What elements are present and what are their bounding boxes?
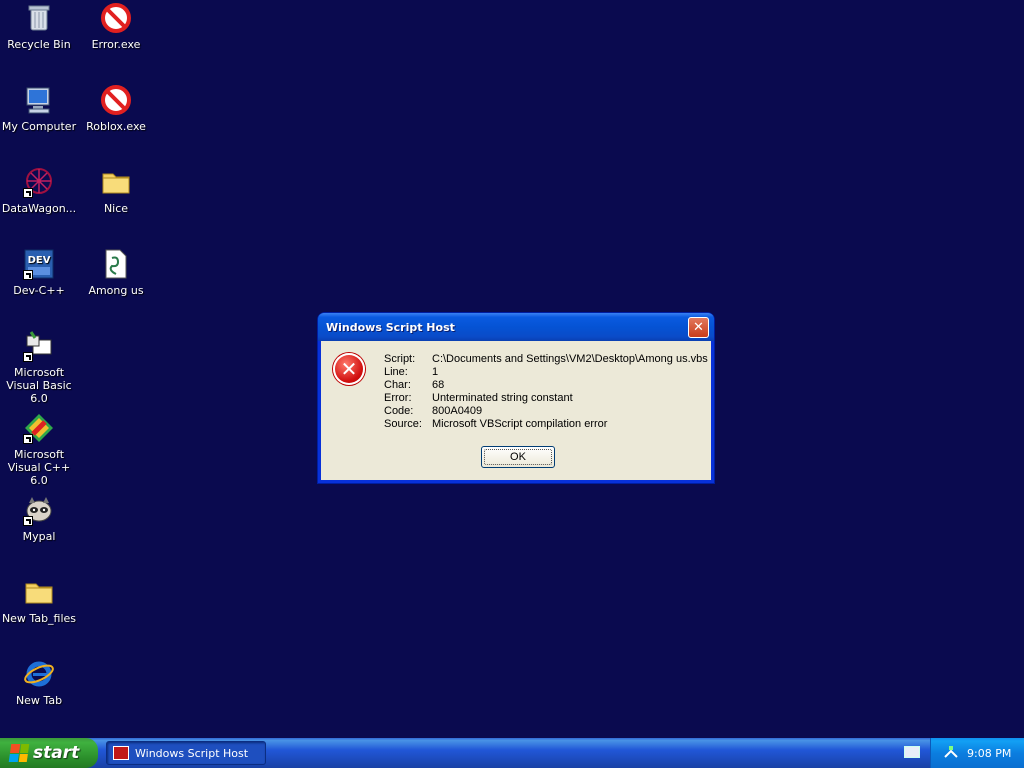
detail-key: Error: xyxy=(384,392,412,404)
desktop-icon-nice-folder[interactable]: Nice xyxy=(77,166,155,215)
desktop-icon-vc6[interactable]: Microsoft Visual C++ 6.0 xyxy=(0,412,78,487)
desktop-icon-new-tab[interactable]: New Tab xyxy=(0,658,78,707)
shortcut-arrow-icon xyxy=(23,516,33,526)
detail-value: 68 xyxy=(432,379,445,391)
shortcut-arrow-icon xyxy=(23,270,33,280)
no-entry-icon xyxy=(100,84,132,116)
desktop-icon-recycle-bin[interactable]: Recycle Bin xyxy=(0,2,78,51)
desktop-icon-my-computer[interactable]: My Computer xyxy=(0,84,78,133)
detail-key: Script: xyxy=(384,353,416,365)
script-file-icon xyxy=(100,248,132,280)
vb6-icon xyxy=(23,330,55,362)
desktop-icon-datawagon[interactable]: DataWagon... xyxy=(0,166,78,215)
taskbar: start Windows Script Host 9:08 PM xyxy=(0,738,1024,768)
folder-icon xyxy=(100,166,132,198)
shortcut-arrow-icon xyxy=(23,188,33,198)
web-icon xyxy=(23,166,55,198)
folder-icon xyxy=(23,576,55,608)
script-host-icon xyxy=(113,746,129,760)
desktop-icon-among-us-script[interactable]: Among us xyxy=(77,248,155,297)
desktop-icon-roblox-exe[interactable]: Roblox.exe xyxy=(77,84,155,133)
wsh-error-dialog: Windows Script Host ✕ ✕ Script: C:\Docum… xyxy=(318,313,714,483)
detail-value: Unterminated string constant xyxy=(432,392,573,404)
detail-value: 1 xyxy=(432,366,439,378)
desktop-icon-error-exe[interactable]: Error.exe xyxy=(77,2,155,51)
computer-icon xyxy=(23,84,55,116)
detail-key: Line: xyxy=(384,366,408,378)
start-label: start xyxy=(33,743,80,763)
detail-value: C:\Documents and Settings\VM2\Desktop\Am… xyxy=(432,353,708,365)
close-icon: ✕ xyxy=(693,319,704,335)
close-button[interactable]: ✕ xyxy=(688,316,709,338)
detail-row-code: Code: 800A0409 xyxy=(384,405,708,418)
desktop-icon-new-tab-files[interactable]: New Tab_files xyxy=(0,576,78,625)
detail-key: Code: xyxy=(384,405,414,417)
desktop-icon-mypal[interactable]: Mypal xyxy=(0,494,78,543)
recycle-bin-icon xyxy=(23,2,55,34)
windows-logo-icon xyxy=(8,744,30,762)
desktop-icon-dev-cpp[interactable]: DEV Dev-C++ xyxy=(0,248,78,297)
shortcut-arrow-icon xyxy=(23,352,33,362)
detail-row-source: Source: Microsoft VBScript compilation e… xyxy=(384,418,708,431)
detail-key: Source: xyxy=(384,418,422,430)
detail-row-char: Char: 68 xyxy=(384,379,708,392)
detail-value: 800A0409 xyxy=(432,405,483,417)
detail-row-error: Error: Unterminated string constant xyxy=(384,392,708,405)
error-icon: ✕ xyxy=(333,353,365,385)
network-icon[interactable] xyxy=(943,745,959,761)
shortcut-arrow-icon xyxy=(23,434,33,444)
start-button[interactable]: start xyxy=(0,738,98,768)
taskbar-button-label: Windows Script Host xyxy=(135,746,249,760)
dev-cpp-icon: DEV xyxy=(23,248,55,280)
desktop-icon-vb6[interactable]: Microsoft Visual Basic 6.0 xyxy=(0,330,78,405)
detail-key: Char: xyxy=(384,379,411,391)
system-tray: 9:08 PM xyxy=(930,738,1024,768)
internet-explorer-icon xyxy=(23,658,55,690)
vc6-icon xyxy=(23,412,55,444)
raccoon-icon xyxy=(23,494,55,526)
no-entry-icon xyxy=(100,2,132,34)
clock[interactable]: 9:08 PM xyxy=(967,747,1011,760)
detail-row-line: Line: 1 xyxy=(384,366,708,379)
detail-value: Microsoft VBScript compilation error xyxy=(432,418,608,430)
ok-button[interactable]: OK xyxy=(481,446,555,468)
dialog-titlebar[interactable]: Windows Script Host ✕ xyxy=(318,313,714,341)
svg-text:DEV: DEV xyxy=(28,255,51,266)
dialog-body: ✕ Script: C:\Documents and Settings\VM2\… xyxy=(321,341,711,480)
taskbar-button-windows-script-host[interactable]: Windows Script Host xyxy=(106,741,266,765)
detail-row-script: Script: C:\Documents and Settings\VM2\De… xyxy=(384,353,708,366)
keyboard-icon[interactable] xyxy=(904,746,920,758)
dialog-title: Windows Script Host xyxy=(326,320,455,334)
error-details: Script: C:\Documents and Settings\VM2\De… xyxy=(384,353,708,431)
